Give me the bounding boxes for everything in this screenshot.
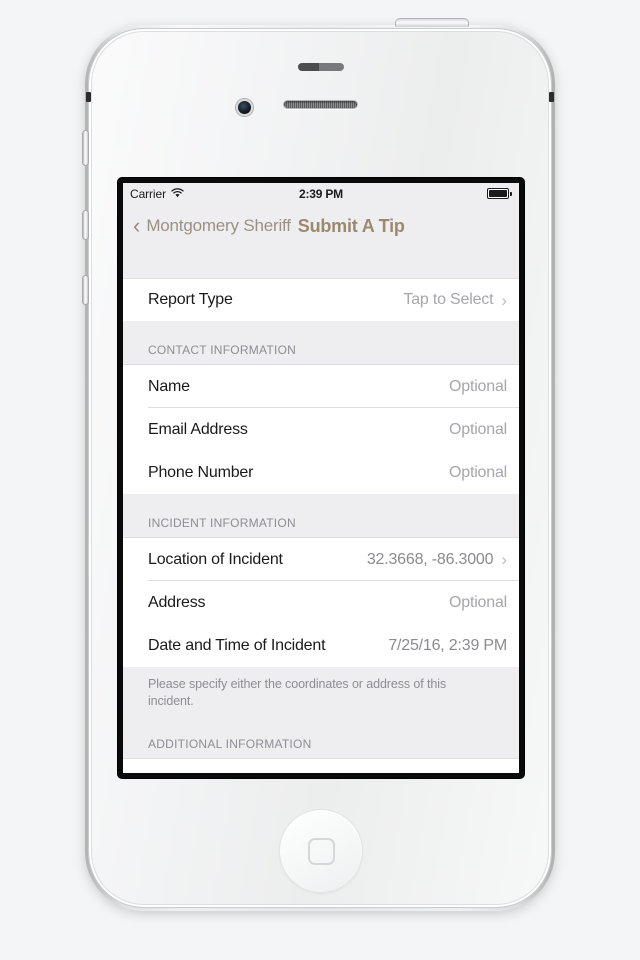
back-button-label[interactable]: Montgomery Sheriff	[146, 216, 291, 236]
front-camera-icon	[236, 99, 253, 116]
antenna-notch-left	[86, 92, 91, 102]
wifi-icon	[171, 187, 184, 201]
status-bar: Carrier 2:39 PM	[123, 183, 519, 204]
section-footer-incident-information: Please specify either the coordinates or…	[123, 667, 519, 715]
row-name[interactable]: Name Optional	[123, 365, 519, 408]
chevron-right-icon: ›	[501, 290, 507, 310]
row-label: Date and Time of Incident	[148, 636, 326, 654]
home-button[interactable]	[279, 809, 363, 893]
section-header-contact-information: CONTACT INFORMATION	[123, 321, 519, 365]
row-label: Name	[148, 377, 190, 395]
row-report-type[interactable]: Report Type Tap to Select ›	[123, 278, 519, 321]
row-value: Optional	[449, 463, 507, 481]
phone-screen: Carrier 2:39 PM ‹ Montgomery Sheriff Sub…	[123, 183, 519, 773]
row-value: 7/25/16, 2:39 PM	[388, 636, 507, 654]
row-date-and-time-of-incident[interactable]: Date and Time of Incident 7/25/16, 2:39 …	[123, 624, 519, 667]
row-value: Optional	[449, 420, 507, 438]
section-header-additional-information: ADDITIONAL INFORMATION	[123, 714, 519, 759]
home-square-icon	[307, 837, 335, 865]
proximity-sensor	[298, 63, 344, 71]
volume-up-button[interactable]	[82, 210, 89, 240]
row-value: Optional	[449, 377, 507, 395]
row-phone-number[interactable]: Phone Number Optional	[123, 451, 519, 494]
page-title: Submit A Tip	[297, 215, 405, 236]
navigation-bar: ‹ Montgomery Sheriff Submit A Tip	[123, 204, 519, 248]
row-address[interactable]: Address Optional	[123, 581, 519, 624]
chevron-left-icon[interactable]: ‹	[133, 215, 140, 237]
screenshot-stage: Carrier 2:39 PM ‹ Montgomery Sheriff Sub…	[0, 0, 640, 960]
mute-switch[interactable]	[82, 130, 89, 166]
row-label: Address	[148, 593, 206, 611]
earpiece-speaker-icon	[283, 100, 358, 109]
row-label: Report Type	[148, 291, 233, 308]
section-header-incident-information: INCIDENT INFORMATION	[123, 494, 519, 538]
volume-down-button[interactable]	[82, 275, 89, 305]
screen-bezel: Carrier 2:39 PM ‹ Montgomery Sheriff Sub…	[118, 178, 524, 778]
row-location-of-incident[interactable]: Location of Incident 32.3668, -86.3000 ›	[123, 538, 519, 581]
chevron-right-icon: ›	[501, 550, 507, 569]
battery-icon	[487, 188, 512, 199]
content-top-gap	[123, 248, 519, 278]
row-label: Location of Incident	[148, 550, 283, 568]
antenna-notch-right	[549, 92, 554, 102]
carrier-label: Carrier	[130, 186, 166, 201]
row-label: Email Address	[148, 420, 248, 438]
row-value: Tap to Select	[403, 291, 494, 308]
row-additional-placeholder	[123, 758, 519, 769]
power-button[interactable]	[395, 18, 469, 27]
row-value: 32.3668, -86.3000	[366, 550, 494, 568]
row-value: Optional	[449, 593, 507, 611]
carrier-group: Carrier	[130, 187, 184, 201]
row-label: Phone Number	[148, 463, 254, 481]
row-email-address[interactable]: Email Address Optional	[123, 408, 519, 451]
